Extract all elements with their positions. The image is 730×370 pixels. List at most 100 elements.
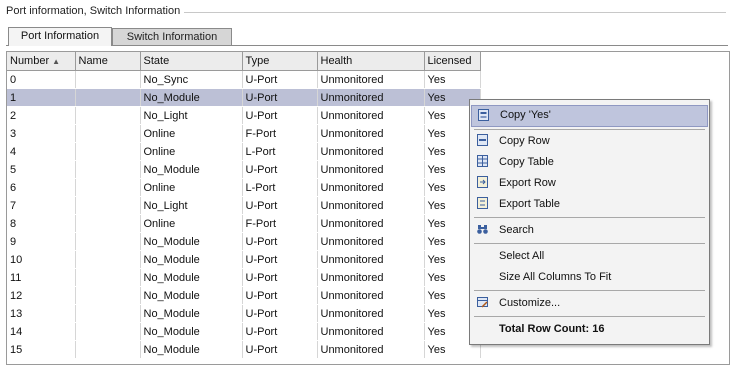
table-row[interactable]: 3 Online F-Port Unmonitored Yes: [7, 124, 481, 143]
column-header-type[interactable]: Type: [242, 52, 318, 71]
cell-type[interactable]: U-Port: [242, 106, 318, 125]
table-row[interactable]: 13 No_Module U-Port Unmonitored Yes: [7, 304, 481, 323]
cell-type[interactable]: L-Port: [242, 178, 318, 197]
table-row[interactable]: 1 No_Module U-Port Unmonitored Yes: [7, 88, 481, 107]
cell-health[interactable]: Unmonitored: [317, 340, 425, 359]
cell-state[interactable]: No_Light: [140, 196, 243, 215]
cell-type[interactable]: F-Port: [242, 124, 318, 143]
column-header-name[interactable]: Name: [75, 52, 141, 71]
cell-health[interactable]: Unmonitored: [317, 106, 425, 125]
cell-health[interactable]: Unmonitored: [317, 196, 425, 215]
table-row[interactable]: 10 No_Module U-Port Unmonitored Yes: [7, 250, 481, 269]
cell-name[interactable]: [75, 178, 141, 197]
cell-state[interactable]: No_Module: [140, 286, 243, 305]
table-row[interactable]: 12 No_Module U-Port Unmonitored Yes: [7, 286, 481, 305]
cell-state[interactable]: No_Module: [140, 268, 243, 287]
cell-health[interactable]: Unmonitored: [317, 268, 425, 287]
cell-name[interactable]: [75, 106, 141, 125]
cell-type[interactable]: U-Port: [242, 268, 318, 287]
cell-number[interactable]: 8: [7, 214, 76, 233]
cell-health[interactable]: Unmonitored: [317, 142, 425, 161]
cell-number[interactable]: 1: [7, 88, 76, 107]
cell-state[interactable]: No_Module: [140, 250, 243, 269]
cell-type[interactable]: U-Port: [242, 160, 318, 179]
cell-number[interactable]: 5: [7, 160, 76, 179]
cell-number[interactable]: 15: [7, 340, 76, 359]
cell-health[interactable]: Unmonitored: [317, 160, 425, 179]
cell-state[interactable]: No_Module: [140, 340, 243, 359]
table-row[interactable]: 11 No_Module U-Port Unmonitored Yes: [7, 268, 481, 287]
cell-state[interactable]: No_Sync: [140, 70, 243, 89]
cell-state[interactable]: Online: [140, 142, 243, 161]
cell-name[interactable]: [75, 214, 141, 233]
cell-name[interactable]: [75, 232, 141, 251]
table-row[interactable]: 9 No_Module U-Port Unmonitored Yes: [7, 232, 481, 251]
cell-name[interactable]: [75, 340, 141, 359]
table-row[interactable]: 2 No_Light U-Port Unmonitored Yes: [7, 106, 481, 125]
cell-name[interactable]: [75, 142, 141, 161]
menu-item-export-row[interactable]: Export Row: [471, 173, 708, 193]
cell-health[interactable]: Unmonitored: [317, 214, 425, 233]
cell-name[interactable]: [75, 124, 141, 143]
menu-item-copy-cell[interactable]: Copy 'Yes': [471, 105, 708, 127]
menu-item-copy-row[interactable]: Copy Row: [471, 131, 708, 151]
table-row[interactable]: 5 No_Module U-Port Unmonitored Yes: [7, 160, 481, 179]
cell-type[interactable]: U-Port: [242, 304, 318, 323]
cell-number[interactable]: 0: [7, 70, 76, 89]
cell-number[interactable]: 6: [7, 178, 76, 197]
cell-state[interactable]: Online: [140, 124, 243, 143]
cell-name[interactable]: [75, 322, 141, 341]
cell-name[interactable]: [75, 160, 141, 179]
cell-type[interactable]: U-Port: [242, 70, 318, 89]
cell-state[interactable]: Online: [140, 214, 243, 233]
cell-number[interactable]: 13: [7, 304, 76, 323]
cell-health[interactable]: Unmonitored: [317, 322, 425, 341]
tab-port-information[interactable]: Port Information: [8, 27, 112, 46]
cell-name[interactable]: [75, 304, 141, 323]
cell-number[interactable]: 10: [7, 250, 76, 269]
menu-item-search[interactable]: Search: [471, 220, 708, 240]
table-row[interactable]: 7 No_Light U-Port Unmonitored Yes: [7, 196, 481, 215]
cell-state[interactable]: No_Module: [140, 88, 243, 107]
cell-health[interactable]: Unmonitored: [317, 88, 425, 107]
cell-state[interactable]: No_Module: [140, 322, 243, 341]
cell-name[interactable]: [75, 286, 141, 305]
table-row[interactable]: 0 No_Sync U-Port Unmonitored Yes: [7, 70, 481, 89]
cell-type[interactable]: U-Port: [242, 250, 318, 269]
cell-type[interactable]: U-Port: [242, 286, 318, 305]
cell-state[interactable]: No_Module: [140, 160, 243, 179]
menu-item-select-all[interactable]: Select All: [471, 246, 708, 266]
cell-type[interactable]: U-Port: [242, 322, 318, 341]
cell-number[interactable]: 11: [7, 268, 76, 287]
cell-type[interactable]: U-Port: [242, 88, 318, 107]
menu-item-export-table[interactable]: Export Table: [471, 194, 708, 214]
table-row[interactable]: 8 Online F-Port Unmonitored Yes: [7, 214, 481, 233]
menu-item-copy-table[interactable]: Copy Table: [471, 152, 708, 172]
cell-number[interactable]: 3: [7, 124, 76, 143]
cell-type[interactable]: F-Port: [242, 214, 318, 233]
tab-switch-information[interactable]: Switch Information: [112, 28, 232, 45]
cell-health[interactable]: Unmonitored: [317, 232, 425, 251]
cell-state[interactable]: Online: [140, 178, 243, 197]
cell-number[interactable]: 14: [7, 322, 76, 341]
table-row[interactable]: 14 No_Module U-Port Unmonitored Yes: [7, 322, 481, 341]
column-header-licensed[interactable]: Licensed: [424, 52, 481, 71]
cell-health[interactable]: Unmonitored: [317, 250, 425, 269]
table-row[interactable]: 15 No_Module U-Port Unmonitored Yes: [7, 340, 481, 359]
cell-type[interactable]: U-Port: [242, 196, 318, 215]
cell-number[interactable]: 12: [7, 286, 76, 305]
cell-state[interactable]: No_Module: [140, 232, 243, 251]
cell-number[interactable]: 9: [7, 232, 76, 251]
cell-licensed[interactable]: Yes: [424, 70, 481, 89]
cell-state[interactable]: No_Light: [140, 106, 243, 125]
cell-health[interactable]: Unmonitored: [317, 70, 425, 89]
cell-health[interactable]: Unmonitored: [317, 178, 425, 197]
table-row[interactable]: 4 Online L-Port Unmonitored Yes: [7, 142, 481, 161]
cell-name[interactable]: [75, 196, 141, 215]
cell-health[interactable]: Unmonitored: [317, 304, 425, 323]
cell-name[interactable]: [75, 88, 141, 107]
cell-type[interactable]: L-Port: [242, 142, 318, 161]
cell-number[interactable]: 7: [7, 196, 76, 215]
menu-item-size-columns[interactable]: Size All Columns To Fit: [471, 267, 708, 287]
cell-name[interactable]: [75, 250, 141, 269]
